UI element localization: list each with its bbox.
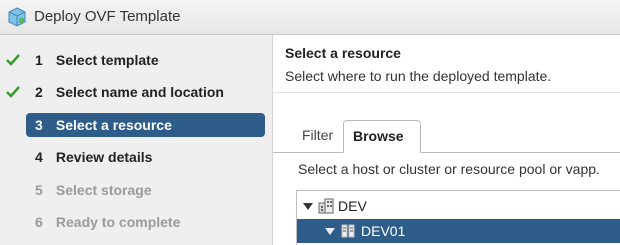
step-number: 6 (35, 214, 43, 230)
tab-filter[interactable]: Filter (293, 120, 347, 152)
tab-bar: Filter Browse (273, 120, 620, 153)
browse-hint: Select a host or cluster or resource poo… (298, 161, 600, 177)
cluster-icon (341, 224, 355, 238)
expand-triangle-icon[interactable] (303, 203, 313, 210)
expand-triangle-icon[interactable] (325, 228, 335, 235)
step-number: 4 (35, 149, 43, 165)
step-label: Ready to complete (55, 214, 181, 230)
step-number: 5 (35, 182, 43, 198)
step-number: 2 (35, 84, 43, 100)
checkmark-icon (6, 54, 20, 66)
step-review-details[interactable]: 4 Review details (26, 145, 265, 169)
step-label: Select name and location (55, 84, 224, 100)
divider (273, 92, 620, 93)
tab-browse[interactable]: Browse (343, 120, 421, 153)
resource-tree: DEV DEV01 (296, 190, 620, 245)
datacenter-icon (318, 198, 334, 214)
main-content: Select a resource Select where to run th… (273, 35, 620, 245)
window-title: Deploy OVF Template (34, 8, 181, 25)
section-title: Select a resource (285, 45, 401, 61)
step-label: Review details (55, 149, 153, 165)
step-label: Select template (55, 52, 159, 68)
step-select-name-location[interactable]: 2 Select name and location (26, 80, 265, 104)
step-number: 1 (35, 52, 43, 68)
step-ready-to-complete: 6 Ready to complete (26, 210, 265, 234)
title-bar: Deploy OVF Template (0, 0, 620, 35)
step-select-storage: 5 Select storage (26, 178, 265, 202)
step-label: Select a resource (55, 117, 172, 133)
step-select-template[interactable]: 1 Select template (26, 48, 265, 72)
section-subtitle: Select where to run the deployed templat… (285, 68, 552, 84)
tree-node-label: DEV (338, 198, 367, 214)
checkmark-icon (6, 86, 20, 98)
step-select-resource[interactable]: 3 Select a resource (26, 113, 265, 137)
tree-node-dev[interactable]: DEV (297, 194, 620, 218)
wizard-steps-sidebar: 1 Select template 2 Select name and loca… (0, 35, 273, 245)
tree-node-label: DEV01 (361, 223, 406, 239)
step-label: Select storage (55, 182, 152, 198)
tree-node-dev01[interactable]: DEV01 (297, 219, 620, 243)
ovf-package-icon (8, 7, 26, 27)
step-number: 3 (35, 117, 43, 133)
